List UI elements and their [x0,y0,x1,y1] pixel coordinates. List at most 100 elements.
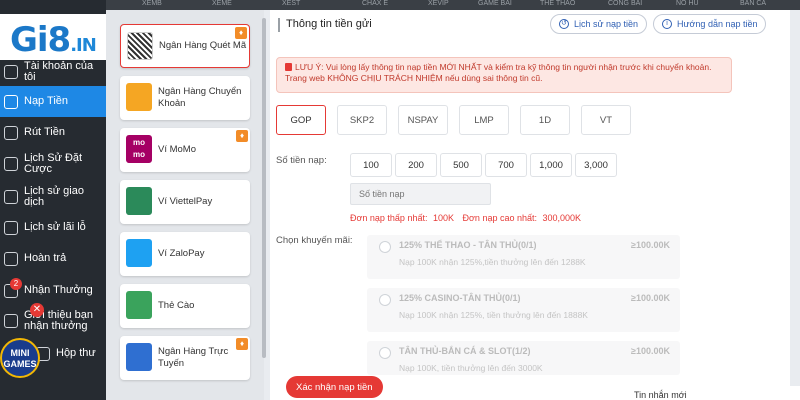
bank-name: Ngân Hàng Trực Tuyến [158,346,229,369]
amount-preset-3000[interactable]: 3,000 [575,153,617,177]
sidebar-item-account[interactable]: Tài khoản của tôi [0,56,106,87]
bank-name: Ví ViettelPay [158,196,213,207]
logo-text: Gi8.IN [10,20,97,60]
amount-label: Số tiền nạp: [276,155,327,166]
logo-main-text: Gi8 [10,20,71,60]
promotion-min: ≥100.00K [631,346,670,356]
promotion-option[interactable]: TÂN THỦ-BẮN CÁ & SLOT(1/2) Nạp 100K, tiề… [367,341,680,375]
logo-suffix-text: .IN [70,35,97,56]
amount-preset-200[interactable]: 200 [395,153,437,177]
tab-skp2[interactable]: SKP2 [337,105,387,135]
tab-gop[interactable]: GOP [276,105,326,135]
sidebar-item-refund[interactable]: Hoàn trả [0,243,106,274]
online-bank-icon [126,343,152,371]
sidebar-item-label: Hoàn trả [24,252,67,264]
sidebar-item-profit-loss[interactable]: Lịch sử lãi lỗ [0,212,106,243]
tab-vt[interactable]: VT [581,105,631,135]
sidebar-item-label: Nạp Tiền [24,95,69,107]
top-menu-item[interactable]: XEMB [142,0,162,7]
promotion-option[interactable]: 125% CASINO-TÂN THỦ(0/1) Nạp 100K nhận 1… [367,288,680,332]
deposit-notice: LƯU Ý: Vui lòng lấy thông tin nạp tiền M… [276,57,732,93]
promotion-min: ≥100.00K [631,293,670,303]
sidebar-item-referral[interactable]: Giới thiệu bạn nhận thưởng [0,306,106,336]
amount-preset-700[interactable]: 700 [485,153,527,177]
tab-lmp[interactable]: LMP [459,105,509,135]
referral-icon [4,314,18,328]
sidebar-item-withdraw[interactable]: Rút Tiền [0,117,106,148]
momo-icon: mo mo [126,135,152,163]
amount-preset-1000[interactable]: 1,000 [530,153,572,177]
sidebar-item-label: Rút Tiền [24,126,65,138]
promotion-desc: Nạp 100K, tiền thưởng lên đến 3000K [399,363,543,373]
top-menu-strip: XEMB XEME XEST CHAX E XEVIP GAME BÀI THỂ… [0,0,800,10]
hot-flame-icon: ♦ [236,130,248,142]
promotion-radio[interactable] [379,241,391,253]
bank-list-scrollbar[interactable] [262,18,266,358]
top-menu-item[interactable]: GAME BÀI [478,0,512,7]
amount-input[interactable] [350,183,491,205]
top-menu-item[interactable]: XEVIP [428,0,449,7]
deposit-history-label: Lịch sử nạp tiền [574,19,639,29]
promotion-radio[interactable] [379,347,391,359]
bank-online[interactable]: Ngân Hàng Trực Tuyến ♦ [120,336,250,380]
top-menu-item[interactable]: THỂ THAO [540,0,575,7]
bank-name: Ví ZaloPay [158,248,205,259]
bank-name: Thẻ Cào [158,300,195,311]
wallet-viettelpay[interactable]: Ví ViettelPay [120,180,250,224]
promotion-option[interactable]: 125% THỂ THAO - TÂN THỦ(0/1) Nạp 100K nh… [367,235,680,279]
bank-qr-scan[interactable]: Ngân Hàng Quét Mã ♦ [120,24,250,68]
promotion-min: ≥100.00K [631,240,670,250]
top-menu-item[interactable]: CÔNG BÀI [608,0,642,7]
promotion-label: Chọn khuyến mãi: [276,235,353,246]
promotion-name: TÂN THỦ-BẮN CÁ & SLOT(1/2) [399,346,531,356]
top-menu-item[interactable]: BẮN CÁ [740,0,766,7]
deposit-panel: Thông tin tiền gửi ↺ Lịch sử nạp tiền i … [270,10,790,400]
amount-presets: 100 200 500 700 1,000 3,000 [350,153,620,177]
top-menu-item[interactable]: XEME [212,0,232,7]
deposit-limits: Đơn nạp thấp nhất: 100K Đơn nạp cao nhất… [350,213,581,223]
logo[interactable]: Gi8.IN [0,14,106,60]
max-value: 300,000K [542,213,582,223]
sidebar-item-label: Lịch sử lãi lỗ [24,221,86,233]
promotion-radio[interactable] [379,294,391,306]
promotion-name: 125% THỂ THAO - TÂN THỦ(0/1) [399,240,537,250]
notice-text: LƯU Ý: Vui lòng lấy thông tin nạp tiền M… [285,62,712,83]
close-icon[interactable]: ✕ [30,303,44,317]
sidebar-item-bet-history[interactable]: Lịch Sử Đặt Cược [0,148,106,179]
page-title: Thông tin tiền gửi [286,18,372,30]
info-icon: i [662,19,672,29]
deposit-guide-button[interactable]: i Hướng dẫn nạp tiền [653,14,767,34]
deposit-guide-label: Hướng dẫn nạp tiền [677,19,758,29]
tab-1d[interactable]: 1D [520,105,570,135]
sidebar-item-label: Nhận Thưởng [24,284,93,296]
top-menu-item[interactable]: NỔ HŨ [676,0,699,7]
transaction-icon [4,189,18,204]
promotion-desc: Nạp 100K nhận 125%, tiền thưởng lên đến … [399,310,588,320]
wallet-momo[interactable]: mo mo Ví MoMo ♦ [120,128,250,172]
scratch-card[interactable]: Thẻ Cào [120,284,250,328]
sidebar-item-transactions[interactable]: Lịch sử giao dịch [0,181,106,212]
minigames-button[interactable]: MINI GAMES [0,338,40,378]
promotion-desc: Nạp 100K nhận 125%,tiền thưởng lên đến 1… [399,257,586,267]
confirm-deposit-button[interactable]: Xác nhận nạp tiền [286,376,383,398]
min-label: Đơn nạp thấp nhất: [350,213,428,223]
history-icon: ↺ [559,19,569,29]
bank-transfer[interactable]: Ngân Hàng Chuyển Khoản [120,76,250,120]
sidebar: Gi8.IN Tài khoản của tôi Nạp Tiền Rút Ti… [0,0,106,400]
zalopay-icon [126,239,152,267]
sidebar-item-deposit[interactable]: Nạp Tiền [0,86,106,117]
top-menu-item[interactable]: CHAX E [362,0,388,7]
max-label: Đơn nạp cao nhất: [462,213,537,223]
tab-nspay[interactable]: NSPAY [398,105,448,135]
amount-preset-100[interactable]: 100 [350,153,392,177]
top-menu-item[interactable]: XEST [282,0,300,7]
sidebar-item-label: Lịch Sử Đặt Cược [24,151,83,175]
deposit-history-button[interactable]: ↺ Lịch sử nạp tiền [550,14,648,34]
min-value: 100K [432,213,455,223]
warning-icon [285,63,292,71]
scratch-card-icon [126,291,152,319]
wallet-zalopay[interactable]: Ví ZaloPay [120,232,250,276]
user-icon [4,64,18,79]
amount-preset-500[interactable]: 500 [440,153,482,177]
new-messages-card[interactable]: Tin nhắn mới [620,386,800,400]
